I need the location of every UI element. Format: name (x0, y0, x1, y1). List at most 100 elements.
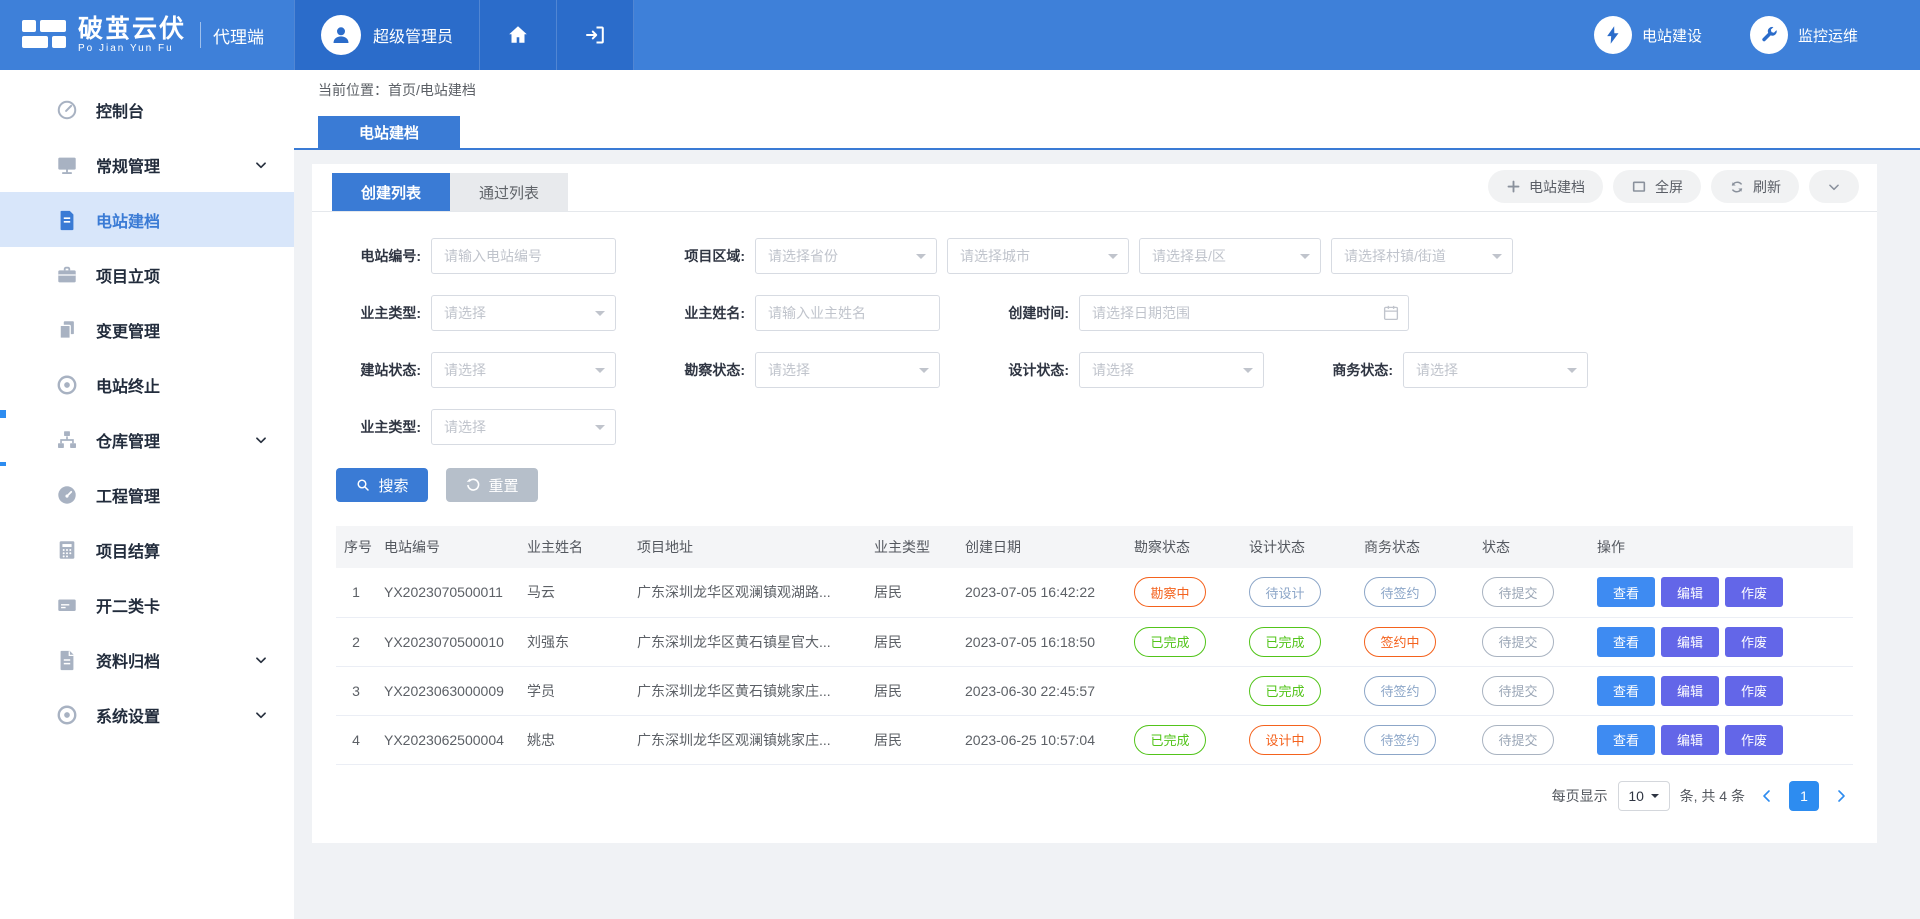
filter-actions: 搜索 重置 (312, 466, 1877, 502)
sidebar-item-label: 项目结算 (96, 538, 160, 562)
edit-button[interactable]: 编辑 (1661, 627, 1719, 657)
cell-design-status: 设计中 (1241, 715, 1356, 764)
page-size-select[interactable]: 10 (1618, 781, 1670, 811)
sidebar-item-2[interactable]: 电站建档 (0, 192, 294, 247)
document-icon (56, 209, 78, 231)
tab-create-list[interactable]: 创建列表 (332, 173, 450, 211)
tab-passed-list[interactable]: 通过列表 (450, 173, 568, 211)
create-station-button[interactable]: 电站建档 (1488, 170, 1603, 203)
create-station-label: 电站建档 (1529, 177, 1585, 197)
design-status-select[interactable]: 请选择 (1079, 352, 1264, 388)
view-button[interactable]: 查看 (1597, 676, 1655, 706)
nav-action-construction[interactable]: 电站建设 (1594, 16, 1702, 54)
brand-text: 破茧云伏 Po Jian Yun Fu (78, 16, 186, 55)
column-header: 业主姓名 (519, 526, 629, 568)
sidebar-item-label: 电站终止 (96, 373, 160, 397)
home-button[interactable] (480, 0, 557, 70)
target-icon (56, 374, 78, 396)
chevron-down-icon (1827, 180, 1841, 194)
placeholder-text: 请选择 (444, 303, 486, 323)
edit-button[interactable]: 编辑 (1661, 676, 1719, 706)
collapse-toolbar-button[interactable] (1809, 170, 1859, 203)
filter-label: 建站状态: (336, 360, 421, 380)
void-button[interactable]: 作废 (1725, 627, 1783, 657)
column-header: 状态 (1474, 526, 1589, 568)
void-button[interactable]: 作废 (1725, 725, 1783, 755)
create-time-range[interactable]: 请选择日期范围 (1079, 295, 1409, 331)
view-button[interactable]: 查看 (1597, 577, 1655, 607)
home-icon (506, 23, 530, 47)
status-badge: 待提交 (1482, 725, 1554, 755)
page-tab-station-archive[interactable]: 电站建档 (318, 116, 460, 148)
next-page-button[interactable] (1829, 788, 1853, 804)
project-region-selects-0[interactable]: 请选择省份 (755, 238, 937, 274)
void-button[interactable]: 作废 (1725, 577, 1783, 607)
reset-label: 重置 (488, 475, 518, 496)
owner-type-select[interactable]: 请选择 (431, 295, 616, 331)
cell-address: 广东深圳龙华区观澜镇姚家庄... (629, 715, 866, 764)
column-header: 设计状态 (1241, 526, 1356, 568)
prev-page-button[interactable] (1755, 788, 1779, 804)
cell-date: 2023-07-05 16:18:50 (957, 617, 1126, 666)
view-button[interactable]: 查看 (1597, 627, 1655, 657)
cell-code: YX2023070500011 (376, 568, 519, 617)
filter-label: 商务状态: (1308, 360, 1393, 380)
page-tab-bar: 电站建档 (294, 110, 1920, 150)
project-region-selects-1[interactable]: 请选择城市 (947, 238, 1129, 274)
cell-no: 2 (336, 617, 376, 666)
sidebar-item-5[interactable]: 电站终止 (0, 357, 294, 412)
placeholder-text: 请选择 (444, 360, 486, 380)
breadcrumb-home[interactable]: 首页 (388, 80, 416, 100)
cell-date: 2023-06-25 10:57:04 (957, 715, 1126, 764)
user-block: 超级管理员 (294, 0, 634, 70)
owner-type-select-2[interactable]: 请选择 (431, 409, 616, 445)
placeholder-text: 请选择 (768, 360, 810, 380)
cell-survey-status: 已完成 (1126, 715, 1241, 764)
fullscreen-button[interactable]: 全屏 (1613, 170, 1701, 203)
sidebar-item-10[interactable]: 资料归档 (0, 632, 294, 687)
placeholder-text: 请选择省份 (768, 246, 838, 266)
scrollbar-tick (0, 410, 6, 418)
filter-label: 项目区域: (660, 246, 745, 266)
sidebar-item-7[interactable]: 工程管理 (0, 467, 294, 522)
sidebar-item-0[interactable]: 控制台 (0, 82, 294, 137)
status-badge: 已完成 (1249, 627, 1321, 657)
reset-button[interactable]: 重置 (446, 468, 538, 502)
dashboard-icon (56, 99, 78, 121)
filter-row-0: 电站编号:请输入电站编号项目区域:请选择省份请选择城市请选择县/区请选择村镇/街… (336, 238, 1853, 274)
breadcrumb-current: 电站建档 (420, 80, 476, 100)
edit-button[interactable]: 编辑 (1661, 725, 1719, 755)
user-menu[interactable]: 超级管理员 (294, 0, 480, 70)
page-number-1[interactable]: 1 (1789, 781, 1819, 811)
project-region-selects-2[interactable]: 请选择县/区 (1139, 238, 1321, 274)
refresh-button[interactable]: 刷新 (1711, 170, 1799, 203)
sidebar-item-6[interactable]: 仓库管理 (0, 412, 294, 467)
sidebar-item-8[interactable]: 项目结算 (0, 522, 294, 577)
search-button[interactable]: 搜索 (336, 468, 428, 502)
station-code-input[interactable]: 请输入电站编号 (431, 238, 616, 274)
project-region-selects-3[interactable]: 请选择村镇/街道 (1331, 238, 1513, 274)
logout-button[interactable] (557, 0, 634, 70)
sidebar-item-9[interactable]: 开二类卡 (0, 577, 294, 632)
cell-business-status: 待签约 (1356, 715, 1474, 764)
view-button[interactable]: 查看 (1597, 725, 1655, 755)
sidebar-item-4[interactable]: 变更管理 (0, 302, 294, 357)
person-icon (329, 23, 353, 47)
cell-design-status: 待设计 (1241, 568, 1356, 617)
survey-status-select[interactable]: 请选择 (755, 352, 940, 388)
owner-name-input[interactable]: 请输入业主姓名 (755, 295, 940, 331)
sidebar-item-11[interactable]: 系统设置 (0, 687, 294, 742)
chevron-down-icon (1492, 254, 1502, 264)
status-badge: 待设计 (1249, 577, 1321, 607)
nav-action-operations[interactable]: 监控运维 (1750, 16, 1858, 54)
sidebar-item-3[interactable]: 项目立项 (0, 247, 294, 302)
monitor-icon (56, 154, 78, 176)
build-status-select[interactable]: 请选择 (431, 352, 616, 388)
void-button[interactable]: 作废 (1725, 676, 1783, 706)
chevron-down-icon (254, 158, 268, 172)
filter-label: 创建时间: (984, 303, 1069, 323)
sidebar-item-1[interactable]: 常规管理 (0, 137, 294, 192)
edit-button[interactable]: 编辑 (1661, 577, 1719, 607)
sidebar-item-label: 系统设置 (96, 703, 160, 727)
business-status-select[interactable]: 请选择 (1403, 352, 1588, 388)
